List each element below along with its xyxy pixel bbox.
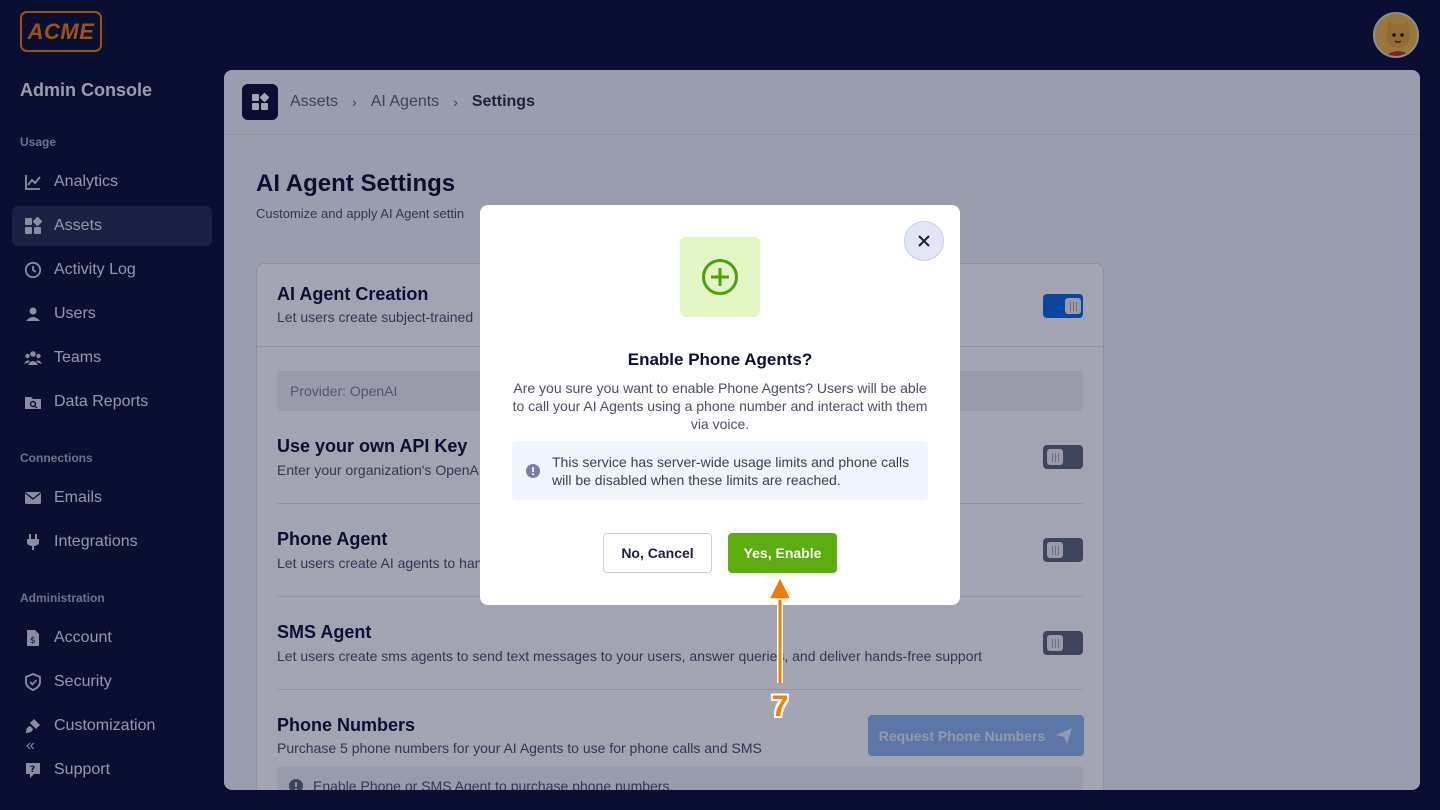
dialog-title: Enable Phone Agents? <box>627 350 813 369</box>
annotation-step-number: 7 <box>771 690 789 723</box>
info-icon <box>526 463 540 478</box>
add-icon-tile <box>680 237 760 317</box>
cancel-button[interactable]: No, Cancel <box>603 533 712 573</box>
plus-circle-icon <box>702 259 738 295</box>
usage-limit-note: This service has server-wide usage limit… <box>512 441 928 500</box>
note-text: This service has server-wide usage limit… <box>552 453 910 488</box>
enable-phone-agents-dialog: Enable Phone Agents? Are you sure you wa… <box>480 205 960 605</box>
dialog-body: Are you sure you want to enable Phone Ag… <box>512 380 928 432</box>
close-icon <box>918 235 930 247</box>
close-button[interactable] <box>904 221 944 261</box>
enable-button[interactable]: Yes, Enable <box>728 533 837 573</box>
